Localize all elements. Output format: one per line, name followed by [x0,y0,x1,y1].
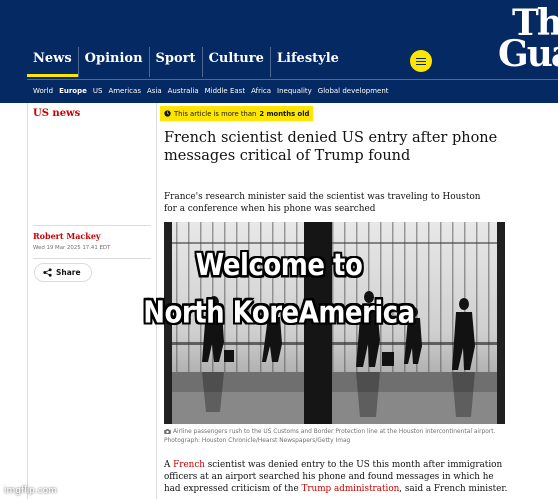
subnav-asia[interactable]: Asia [147,87,162,95]
pillar-lifestyle[interactable]: Lifestyle [269,47,345,77]
sub-nav: World Europe US Americas Asia Australia … [33,87,389,95]
section-label[interactable]: US news [33,108,80,119]
article-body-paragraph: A French scientist was denied entry to t… [164,459,509,495]
pillar-sport[interactable]: Sport [148,47,202,77]
caption-text: Airline passengers rush to the US Custom… [164,429,496,444]
link-trump-administration[interactable]: Trump administration [301,484,399,494]
article-headline: French scientist denied US entry after p… [164,130,498,164]
clock-icon [164,110,171,117]
meme-line-2: North KoreAmerica [143,295,415,331]
subnav-europe[interactable]: Europe [59,87,87,95]
body-text-3: , said a French minister. [399,484,508,494]
article-standfirst: France's research minister said the scie… [164,192,481,214]
hamburger-menu-icon[interactable] [410,50,432,72]
subnav-us[interactable]: US [93,87,103,95]
meme-caption: Welcome to North KoreAmerica [0,243,558,337]
article-age-warning: This article is more than 2 months old [160,106,314,121]
link-french[interactable]: French [173,460,205,470]
subnav-divider [27,79,558,80]
subnav-inequality[interactable]: Inequality [277,87,312,95]
age-warning-emphasis: 2 months old [259,109,310,118]
author-byline[interactable]: Robert Mackey [33,231,101,241]
pillar-culture[interactable]: Culture [201,47,270,77]
subnav-global-development[interactable]: Global development [318,87,389,95]
logo-line-2: Gua [498,33,558,75]
subnav-australia[interactable]: Australia [168,87,199,95]
guardian-logo[interactable]: Th Gua [498,5,558,88]
subnav-world[interactable]: World [33,87,53,95]
subnav-africa[interactable]: Africa [251,87,271,95]
subnav-americas[interactable]: Americas [108,87,141,95]
photo-caption: Airline passengers rush to the US Custom… [164,428,504,446]
meme-line-1: Welcome to [195,248,363,284]
body-text-1: A [164,460,174,470]
pillar-news[interactable]: News [27,47,78,77]
pillar-opinion[interactable]: Opinion [77,47,149,77]
subnav-middle-east[interactable]: Middle East [205,87,245,95]
camera-icon [164,429,171,434]
byline-rule [33,225,151,226]
imgflip-watermark: imgflip.com [4,486,57,496]
pillar-nav: News Opinion Sport Culture Lifestyle [27,47,345,77]
site-header: News Opinion Sport Culture Lifestyle Th … [0,0,558,103]
age-warning-prefix: This article is more than [174,109,257,118]
